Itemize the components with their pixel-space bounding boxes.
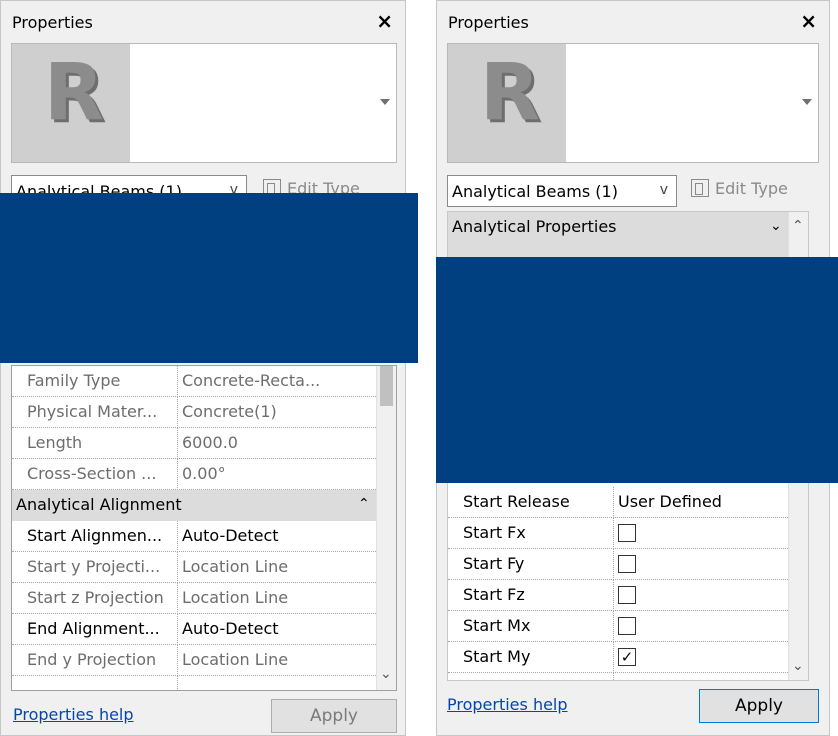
logo-letter: R [480, 48, 541, 138]
property-name: Start My [448, 642, 614, 673]
property-value[interactable]: Location Line [178, 645, 378, 676]
properties-grid: Family Type Concrete-Recta... Physical M… [11, 365, 397, 691]
properties-panel-left: Properties × R Analytical Beams (1) v Ed… [0, 0, 406, 736]
edit-type-icon [691, 179, 709, 197]
redaction-block-right [436, 257, 838, 483]
property-name: Start y Projecti... [12, 552, 178, 583]
property-name: Start Fz [448, 580, 614, 611]
property-name: End Alignment... [12, 614, 178, 645]
edit-type-button[interactable]: Edit Type [691, 179, 788, 198]
redaction-block-left [0, 193, 418, 363]
scrollbar[interactable]: ⌄ [376, 366, 396, 690]
property-value[interactable]: 6000.0 [178, 428, 378, 459]
start-fy-checkbox[interactable] [618, 555, 636, 573]
property-value[interactable]: 0.00° [178, 459, 378, 490]
revit-logo-icon: R [12, 44, 130, 162]
table-row[interactable]: Physical Mater... Concrete(1) [12, 397, 378, 428]
table-row-partial [448, 673, 790, 680]
table-row[interactable]: Start Fx [448, 518, 790, 549]
table-row[interactable]: Length 6000.0 [12, 428, 378, 459]
property-value[interactable]: User Defined [614, 487, 790, 518]
table-row[interactable]: End Alignment... Auto-Detect [12, 614, 378, 645]
section-title: Analytical Alignment [16, 495, 182, 514]
properties-help-link[interactable]: Properties help [13, 705, 134, 724]
property-name: Physical Mater... [12, 397, 178, 428]
title-bar: Properties × [437, 1, 829, 41]
table-row[interactable]: Start Fy [448, 549, 790, 580]
property-name: Family Type [12, 366, 178, 397]
revit-logo-icon: R [448, 44, 566, 162]
property-value[interactable]: Concrete(1) [178, 397, 378, 428]
logo-letter: R [44, 48, 105, 138]
apply-button[interactable]: Apply [699, 689, 819, 723]
section-header-analytical-properties[interactable]: Analytical Properties ⌄ [448, 212, 790, 243]
type-preview[interactable]: R [11, 43, 397, 163]
table-row[interactable]: Start y Projecti... Location Line [12, 552, 378, 583]
table-row-partial [12, 676, 378, 690]
section-header-analytical-alignment[interactable]: Analytical Alignment ⌃ [12, 490, 378, 521]
property-value[interactable]: Auto-Detect [178, 521, 378, 552]
property-name: Start Release [448, 487, 614, 518]
type-selector-value: Analytical Beams (1) [452, 182, 618, 201]
table-row[interactable]: End y Projection Location Line [12, 645, 378, 676]
property-value[interactable]: Auto-Detect [178, 614, 378, 645]
table-row[interactable]: Start z Projection Location Line [12, 583, 378, 614]
table-row[interactable]: Start Alignmen... Auto-Detect [12, 521, 378, 552]
table-row[interactable]: Start Fz [448, 580, 790, 611]
scroll-down-icon[interactable]: ⌄ [380, 666, 392, 682]
apply-button[interactable]: Apply [271, 699, 397, 733]
close-icon[interactable]: × [800, 9, 817, 33]
start-fx-checkbox[interactable] [618, 524, 636, 542]
properties-help-link[interactable]: Properties help [447, 695, 568, 714]
property-name: Start Mx [448, 611, 614, 642]
property-name: Start z Projection [12, 583, 178, 614]
table-row[interactable]: Start My ✓ [448, 642, 790, 673]
property-name: Start Fx [448, 518, 614, 549]
table-row[interactable]: Start Release User Defined [448, 487, 790, 518]
property-name: Cross-Section ... [12, 459, 178, 490]
panel-title: Properties [12, 13, 93, 32]
table-row[interactable]: Start Mx [448, 611, 790, 642]
type-preview[interactable]: R [447, 43, 819, 163]
property-value[interactable]: Location Line [178, 552, 378, 583]
property-name-partial [448, 673, 614, 680]
scroll-thumb[interactable] [380, 366, 393, 406]
edit-type-label: Edit Type [715, 179, 788, 198]
table-row[interactable]: Family Type Concrete-Recta... [12, 366, 378, 397]
scroll-down-icon[interactable]: ⌄ [792, 658, 804, 674]
start-fz-checkbox[interactable] [618, 586, 636, 604]
property-value[interactable]: Concrete-Recta... [178, 366, 378, 397]
property-name: Start Alignmen... [12, 521, 178, 552]
type-selector[interactable]: Analytical Beams (1) v [447, 175, 677, 207]
start-my-checkbox[interactable]: ✓ [618, 648, 636, 666]
close-icon[interactable]: × [376, 9, 393, 33]
dropdown-arrow-icon[interactable] [802, 99, 812, 105]
start-mx-checkbox[interactable] [618, 617, 636, 635]
title-bar: Properties × [1, 1, 405, 41]
collapse-icon[interactable]: ⌃ [358, 496, 370, 512]
section-title: Analytical Properties [452, 217, 617, 236]
property-name: Length [12, 428, 178, 459]
property-name: Start Fy [448, 549, 614, 580]
panel-title: Properties [448, 13, 529, 32]
dropdown-arrow-icon[interactable] [380, 99, 390, 105]
chevron-down-icon: v [659, 182, 668, 198]
expand-icon[interactable]: ⌄ [770, 218, 782, 234]
scroll-up-icon[interactable]: ⌃ [792, 218, 804, 234]
property-name: End y Projection [12, 645, 178, 676]
property-name-partial [12, 676, 178, 690]
property-value[interactable]: Location Line [178, 583, 378, 614]
table-row[interactable]: Cross-Section ... 0.00° [12, 459, 378, 490]
